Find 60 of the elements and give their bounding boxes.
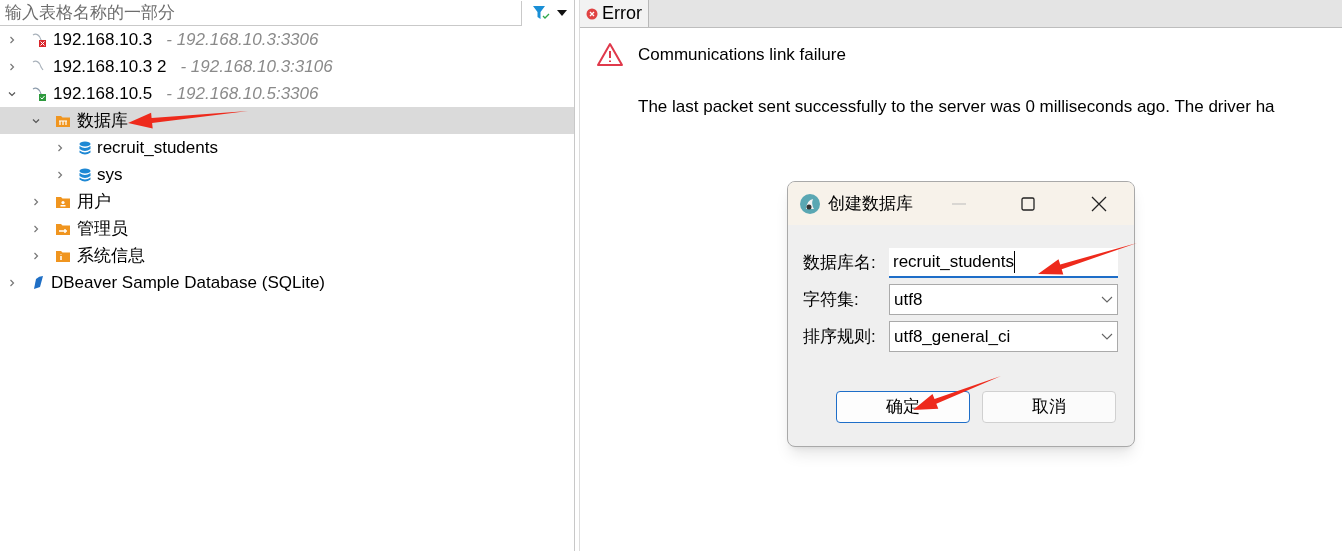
node-label: 管理员 [77, 217, 128, 240]
error-icon [586, 7, 598, 20]
tree-row[interactable]: sys [0, 161, 574, 188]
node-label: 用户 [77, 190, 111, 213]
chevron-right-icon[interactable] [7, 34, 17, 45]
field-label: 字符集: [803, 288, 860, 311]
close-icon[interactable] [1091, 195, 1107, 212]
filter-field[interactable]: 输入表格名称的一部分 [0, 0, 522, 26]
select-field[interactable]: utf8_general_ci [889, 321, 1118, 352]
folder-icon [55, 248, 71, 263]
chevron-right-icon[interactable] [7, 61, 17, 72]
maximize-icon[interactable] [1021, 196, 1035, 211]
tree-row[interactable]: 数据库 [0, 107, 574, 134]
tree-row[interactable]: 系统信息 [0, 242, 574, 269]
folder-icon [55, 113, 71, 128]
tree-row[interactable]: 192.168.10.3 - 192.168.10.3:3306 [0, 26, 574, 53]
tree-row[interactable]: recruit_students [0, 134, 574, 161]
node-label: DBeaver Sample Database (SQLite) [51, 271, 326, 294]
node-label: 192.168.10.3 2 [53, 55, 167, 78]
node-label: recruit_students [97, 136, 218, 159]
dialog-title: 创建数据库 [828, 192, 913, 215]
chevron-down-icon [1101, 295, 1113, 304]
tree-row[interactable]: 用户 [0, 188, 574, 215]
confirm-button[interactable]: 确定 [836, 391, 970, 423]
chevron-down-icon [1101, 332, 1113, 341]
select-field[interactable]: utf8 [889, 284, 1118, 315]
filter-icon[interactable] [532, 5, 550, 21]
node-label: 系统信息 [77, 244, 145, 267]
warning-icon [596, 42, 624, 67]
chevron-right-icon[interactable] [55, 169, 65, 180]
tree-row[interactable]: 管理员 [0, 215, 574, 242]
field-label: 排序规则: [803, 325, 877, 348]
text-field[interactable]: recruit_students [889, 248, 1118, 278]
chevron-right-icon[interactable] [55, 142, 65, 153]
node-address: - 192.168.10.5:3306 [166, 82, 319, 105]
error-title: Communications link failure [638, 44, 847, 66]
database-icon [79, 140, 91, 155]
chevron-right-icon[interactable] [31, 196, 41, 207]
tree-row[interactable]: 192.168.10.3 2 - 192.168.10.3:3106 [0, 53, 574, 80]
dropdown-arrow-icon[interactable] [556, 9, 568, 17]
node-label: sys [97, 163, 123, 186]
node-label: 192.168.10.5 [53, 82, 153, 105]
chevron-right-icon[interactable] [31, 250, 41, 261]
node-address: - 192.168.10.3:3306 [166, 28, 319, 51]
database-icon [79, 167, 91, 182]
node-label: 192.168.10.3 [53, 28, 153, 51]
folder-icon [55, 221, 71, 236]
feather-icon [31, 274, 45, 291]
field-label: 数据库名: [803, 252, 877, 275]
cancel-button[interactable]: 取消 [982, 391, 1116, 423]
chevron-right-icon[interactable] [31, 223, 41, 234]
node-address: - 192.168.10.3:3106 [180, 55, 333, 78]
app-logo-icon [799, 192, 821, 215]
error-message: The last packet sent successfully to the server was 0 milliseconds ago. The driver ha [638, 95, 1275, 118]
folder-icon [55, 194, 71, 209]
tree-row[interactable]: DBeaver Sample Database (SQLite) [0, 269, 574, 296]
tree-row[interactable]: 192.168.10.5 - 192.168.10.5:3306 [0, 80, 574, 107]
chevron-right-icon[interactable] [7, 277, 17, 288]
error-tab[interactable]: Error [580, 0, 649, 27]
node-label: 数据库 [77, 109, 128, 132]
